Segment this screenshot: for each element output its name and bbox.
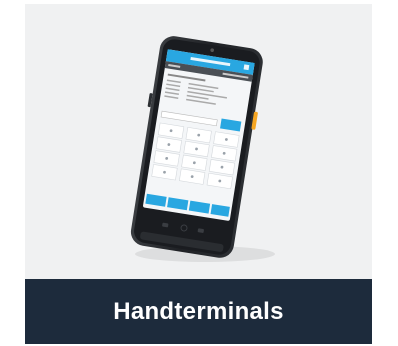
product-category-card[interactable]: Handterminals [25,4,372,344]
card-title[interactable]: Handterminals [113,298,284,326]
handterminal-product-image [25,4,372,279]
handheld-device-illustration [130,36,275,262]
card-caption-bar[interactable]: Handterminals [25,279,372,344]
